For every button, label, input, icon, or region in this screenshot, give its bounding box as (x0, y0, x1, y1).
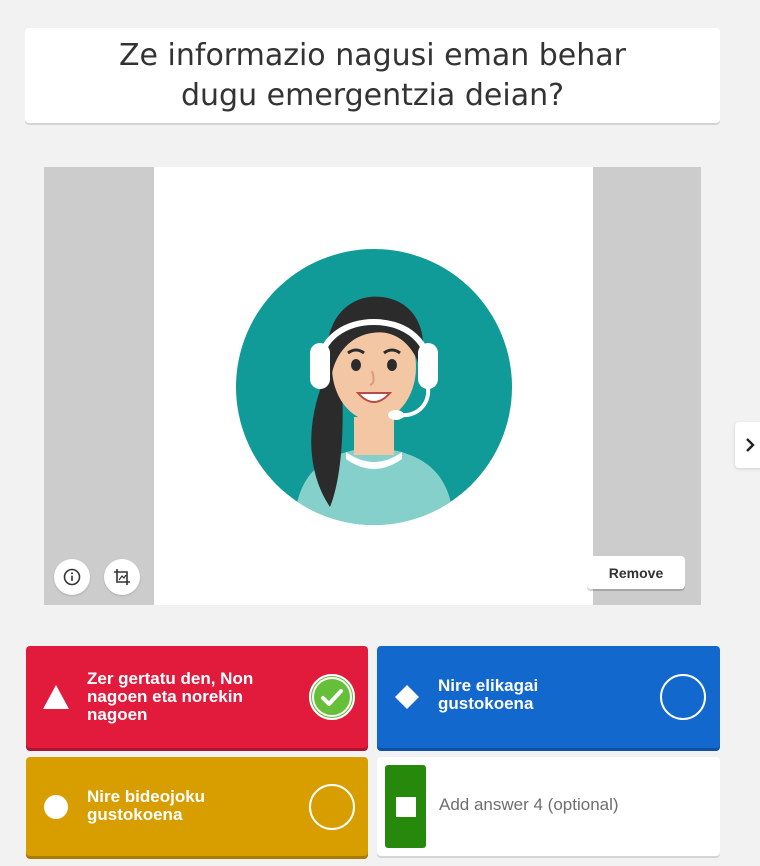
correct-answer-toggle-2[interactable] (660, 674, 706, 720)
answer-4[interactable]: Add answer 4 (optional) (377, 757, 720, 856)
answer-3-line-1: Nire bideojoku (87, 787, 206, 806)
answer-1-text[interactable]: Zer gertatu den, Non nagoen eta norekin … (87, 670, 253, 724)
media-area (44, 167, 701, 605)
answer-1-line-1: Zer gertatu den, Non (87, 669, 254, 688)
question-line-2: dugu emergentzia deian? (180, 77, 565, 113)
correct-answer-toggle-3[interactable] (309, 784, 355, 830)
checkmark-icon (312, 677, 352, 717)
answer-2-line-2: gustokoena (438, 694, 534, 713)
answer-3-line-2: gustokoena (87, 805, 183, 824)
question-line-1: Ze informazio nagusi eman behar (119, 37, 626, 73)
answer-2[interactable]: Nire elikagai gustokoena (377, 646, 720, 748)
answer-4-input[interactable]: Add answer 4 (optional) (439, 795, 619, 815)
call-center-operator-illustration (236, 249, 512, 525)
diamond-icon (393, 683, 421, 711)
answer-2-line-1: Nire elikagai (438, 676, 539, 695)
correct-answer-toggle-1[interactable] (309, 674, 355, 720)
info-icon (63, 568, 81, 586)
square-icon (395, 796, 416, 817)
answer-1[interactable]: Zer gertatu den, Non nagoen eta norekin … (26, 646, 368, 748)
answer-4-shape-bar (385, 765, 426, 848)
answer-1-line-3: nagoen (87, 705, 148, 724)
question-title: Ze informazio nagusi eman behar dugu eme… (119, 36, 626, 116)
chevron-right-icon (746, 438, 755, 452)
next-slide-button[interactable] (735, 422, 760, 468)
answer-2-text[interactable]: Nire elikagai gustokoena (438, 677, 538, 713)
answer-3-text[interactable]: Nire bideojoku gustokoena (87, 788, 205, 824)
answer-1-line-2: nagoen eta norekin (87, 687, 243, 706)
question-title-box[interactable]: Ze informazio nagusi eman behar dugu eme… (25, 28, 720, 123)
image-info-button[interactable] (54, 559, 90, 595)
circle-icon (42, 793, 70, 821)
image-crop-button[interactable] (104, 559, 140, 595)
crop-icon (114, 569, 130, 585)
remove-image-button[interactable]: Remove (587, 556, 685, 589)
answer-3[interactable]: Nire bideojoku gustokoena (26, 757, 368, 856)
triangle-icon (42, 683, 70, 711)
question-image (154, 167, 593, 605)
